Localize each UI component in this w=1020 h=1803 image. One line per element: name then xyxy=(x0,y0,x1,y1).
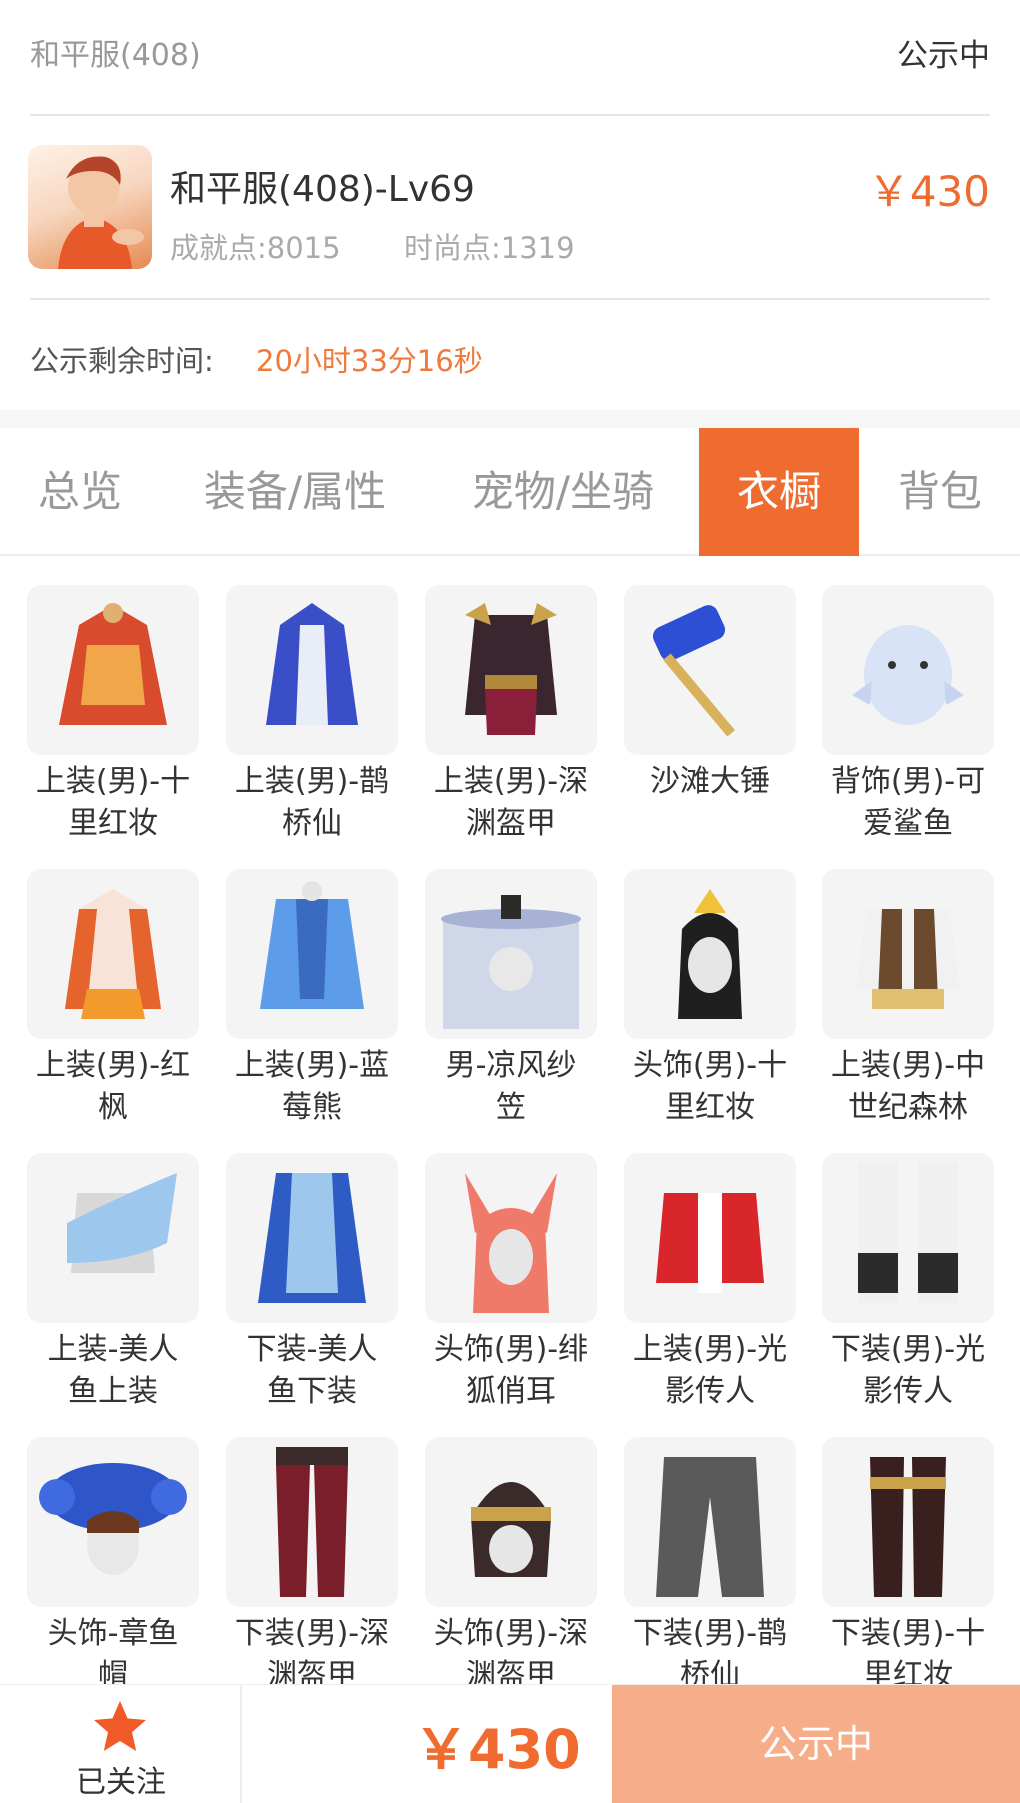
item-name-line1: 下装(男)-光 xyxy=(830,1332,986,1367)
total-price: ￥430 xyxy=(414,1718,581,1781)
tab-overview[interactable]: 总览 xyxy=(20,428,140,556)
item-name-line2: 桥仙 xyxy=(282,806,342,841)
item-name-line1: 上装(男)-鹊 xyxy=(234,764,390,799)
item-name-line1: 头饰-章鱼 xyxy=(47,1616,179,1651)
item-name-line2: 笠 xyxy=(496,1090,526,1125)
item-name-line2: 鱼上装 xyxy=(68,1374,158,1409)
wardrobe-item[interactable]: 上装(男)-十 里红妆 xyxy=(27,585,199,845)
item-name-line2: 狐俏耳 xyxy=(466,1374,556,1409)
plaid-coat-icon xyxy=(226,869,398,1039)
maple-robe-icon xyxy=(27,869,199,1039)
tab-wardrobe[interactable]: 衣橱 xyxy=(699,428,859,556)
dark-armor-icon xyxy=(425,585,597,755)
tab-equipment[interactable]: 装备/属性 xyxy=(180,428,410,556)
item-name-line1: 沙滩大锤 xyxy=(650,764,770,799)
red-robe-icon xyxy=(27,585,199,755)
wardrobe-item[interactable]: 头饰(男)-绯 狐俏耳 xyxy=(425,1153,597,1413)
wardrobe-item[interactable]: 头饰-章鱼帽 xyxy=(27,1437,199,1697)
item-name-line2: 影传人 xyxy=(863,1374,953,1409)
item-name-line1: 上装(男)-红 xyxy=(35,1048,191,1083)
item-name-line2: 莓熊 xyxy=(282,1090,342,1125)
follow-label: 已关注 xyxy=(76,1765,166,1800)
shark-backpack-icon xyxy=(822,585,994,755)
mermaid-top-icon xyxy=(27,1153,199,1323)
item-name-line1: 下装(男)-鹊 xyxy=(632,1616,788,1651)
remaining-time-value: 20小时33分16秒 xyxy=(256,344,483,378)
grey-pants-icon xyxy=(624,1437,796,1607)
role-header: 和平服(408) 公示中 和平服(408)-Lv69 ￥430 成就点:8015… xyxy=(0,0,1020,410)
item-name-line1: 男-凉风纱 xyxy=(445,1048,577,1083)
item-name-line2: 渊盔甲 xyxy=(466,806,556,841)
item-name-line2: 里红妆 xyxy=(68,806,158,841)
dark-helmet-icon xyxy=(425,1437,597,1607)
role-price: ￥430 xyxy=(867,167,990,216)
tab-pets[interactable]: 宠物/坐骑 xyxy=(448,428,678,556)
wardrobe-item[interactable]: 上装(男)-蓝 莓熊 xyxy=(226,869,398,1129)
item-name-line1: 下装(男)-十 xyxy=(830,1616,986,1651)
wardrobe-item[interactable]: 头饰(男)-十 里红妆 xyxy=(624,869,796,1129)
item-name-line1: 上装(男)-光 xyxy=(632,1332,788,1367)
wardrobe-item[interactable]: 上装(男)-深 渊盔甲 xyxy=(425,585,597,845)
wardrobe-item[interactable]: 上装(男)-中 世纪森林 xyxy=(822,869,994,1129)
fox-ears-icon xyxy=(425,1153,597,1323)
item-name-line2: 影传人 xyxy=(665,1374,755,1409)
fashion-points: 时尚点:1319 xyxy=(404,231,575,265)
divider xyxy=(30,298,990,300)
item-name-line1: 上装(男)-十 xyxy=(35,764,191,799)
server-name: 和平服(408) xyxy=(30,38,201,73)
remaining-time-label: 公示剩余时间: xyxy=(30,344,214,378)
wardrobe-item[interactable]: 下装(男)-十 里红妆 xyxy=(822,1437,994,1697)
item-name-line2: 枫 xyxy=(98,1090,128,1125)
divider xyxy=(30,114,990,116)
avatar[interactable] xyxy=(28,145,152,269)
tab-backpack[interactable]: 背包 xyxy=(880,428,1000,556)
item-name-line1: 头饰(男)-十 xyxy=(632,1048,788,1083)
wardrobe-item[interactable]: 背饰(男)-可 爱鲨鱼 xyxy=(822,585,994,845)
octopus-hat-icon xyxy=(27,1437,199,1607)
role-title: 和平服(408)-Lv69 xyxy=(170,169,475,210)
wardrobe-item[interactable]: 上装(男)-红枫 xyxy=(27,869,199,1129)
wardrobe-item[interactable]: 下装(男)-光 影传人 xyxy=(822,1153,994,1413)
veil-hat-icon xyxy=(425,869,597,1039)
hammer-icon xyxy=(624,585,796,755)
blue-robe-icon xyxy=(226,585,398,755)
item-name-line1: 上装(男)-蓝 xyxy=(234,1048,390,1083)
white-boots-icon xyxy=(822,1153,994,1323)
section-gap xyxy=(0,410,1020,428)
wardrobe-item[interactable]: 沙滩大锤 xyxy=(624,585,796,803)
achievement-points: 成就点:8015 xyxy=(170,231,341,265)
item-name-line2: 里红妆 xyxy=(665,1090,755,1125)
wardrobe-item[interactable]: 下装(男)-深 渊盔甲 xyxy=(226,1437,398,1697)
item-name-line2: 爱鲨鱼 xyxy=(863,806,953,841)
dark-pants-icon xyxy=(226,1437,398,1607)
item-name-line1: 上装-美人 xyxy=(47,1332,179,1367)
wardrobe-item[interactable]: 男-凉风纱笠 xyxy=(425,869,597,1129)
item-name-line2: 世纪森林 xyxy=(848,1090,968,1125)
wardrobe-item[interactable]: 上装(男)-光 影传人 xyxy=(624,1153,796,1413)
mermaid-bottom-icon xyxy=(226,1153,398,1323)
status-label: 公示中 xyxy=(897,38,990,74)
wardrobe-item[interactable]: 下装(男)-鹊 桥仙 xyxy=(624,1437,796,1697)
wardrobe-item[interactable]: 头饰(男)-深 渊盔甲 xyxy=(425,1437,597,1697)
tab-bar: 总览 装备/属性 宠物/坐骑 衣橱 背包 xyxy=(0,428,1020,556)
wardrobe-item[interactable]: 上装-美人鱼上装 xyxy=(27,1153,199,1413)
vest-icon xyxy=(822,869,994,1039)
publicity-status-button[interactable]: 公示中 xyxy=(612,1685,1020,1803)
item-name-line1: 上装(男)-中 xyxy=(830,1048,986,1083)
item-name-line1: 下装-美人 xyxy=(246,1332,378,1367)
red-jacket-icon xyxy=(624,1153,796,1323)
item-name-line1: 头饰(男)-绯 xyxy=(433,1332,589,1367)
bottom-action-bar: 已关注 ￥430 公示中 xyxy=(0,1684,1020,1803)
item-name-line1: 上装(男)-深 xyxy=(433,764,589,799)
hair-ornament-icon xyxy=(624,869,796,1039)
wardrobe-item[interactable]: 下装-美人鱼下装 xyxy=(226,1153,398,1413)
red-boots-icon xyxy=(822,1437,994,1607)
item-name-line1: 下装(男)-深 xyxy=(234,1616,390,1651)
item-name-line1: 头饰(男)-深 xyxy=(433,1616,589,1651)
follow-button[interactable]: 已关注 xyxy=(0,1685,242,1803)
item-name-line2: 鱼下装 xyxy=(267,1374,357,1409)
item-name-line1: 背饰(男)-可 xyxy=(830,764,986,799)
star-icon xyxy=(94,1701,146,1751)
wardrobe-item[interactable]: 上装(男)-鹊 桥仙 xyxy=(226,585,398,845)
